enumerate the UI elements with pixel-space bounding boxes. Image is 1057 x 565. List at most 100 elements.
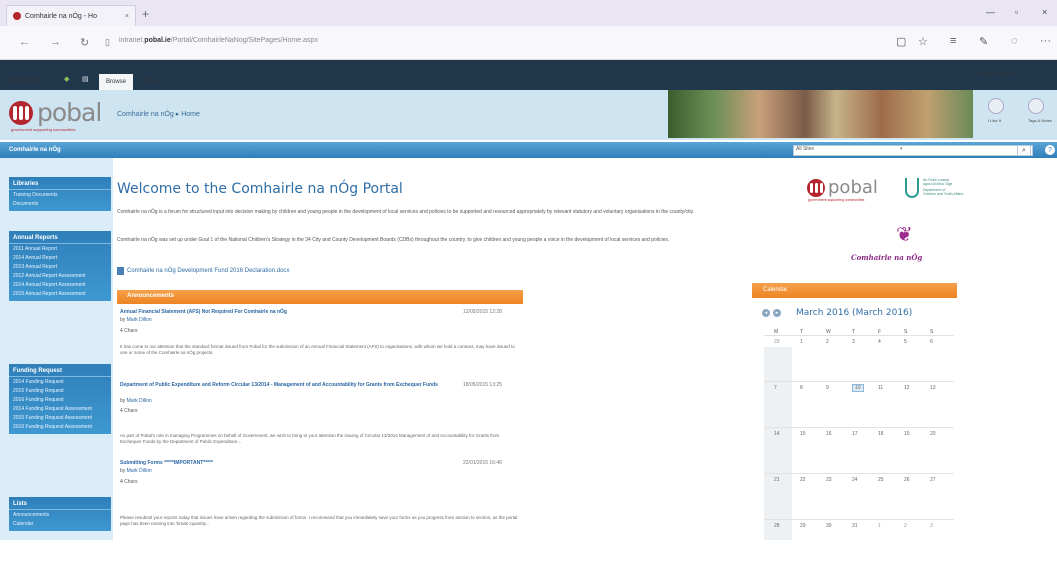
more-icon[interactable]: ··· [1040,35,1051,47]
share-icon[interactable]: ◌ [1011,35,1018,47]
new-tab-button[interactable]: + [142,7,149,21]
calendar-day[interactable]: 13 [920,382,946,427]
search-button[interactable]: ⌕ [1017,145,1031,156]
i-like-it-icon[interactable] [988,98,1004,114]
calendar-day[interactable]: 29 [790,520,816,565]
nav-heading-annual-reports[interactable]: Annual Reports [9,233,111,244]
calendar-heading[interactable]: Calendar [763,287,787,293]
nav-heading-libraries[interactable]: Libraries [9,179,111,190]
calendar-day[interactable]: 1 [790,336,816,381]
calendar-day[interactable]: 8 [790,382,816,427]
browser-tab[interactable]: Comhairle na nÓg - Ho × [6,5,136,26]
nav-item[interactable]: 2016 Funding Request [9,395,111,404]
close-window-button[interactable]: × [1042,7,1047,17]
calendar-day[interactable]: 17 [842,428,868,473]
nav-item[interactable]: 2014 Funding Request [9,377,111,386]
nav-item[interactable]: 2014 Annual Report [9,253,111,262]
calendar-day[interactable]: 28 [764,520,790,565]
calendar-day[interactable]: 3 [920,520,946,565]
calendar-day[interactable]: 5 [894,336,920,381]
user-menu[interactable]: Suzanne Byrne ▾ [972,70,1018,77]
calendar-day[interactable]: 18 [868,428,894,473]
calendar-day[interactable]: 21 [764,474,790,519]
calendar-day[interactable]: 2 [894,520,920,565]
announcement-title[interactable]: Department of Public Expenditure and Ref… [120,382,450,389]
site-actions-menu[interactable]: Site Actions ▾ [9,77,45,84]
calendar-day[interactable]: 16 [816,428,842,473]
calendar-next-button[interactable]: ▸ [773,309,781,317]
announcement-body: Please resubmit your reports today that … [120,515,518,526]
help-button[interactable]: ? [1045,145,1055,155]
back-button[interactable]: ← [19,36,30,48]
tab-browse[interactable]: Browse [99,74,133,90]
nav-heading-lists[interactable]: Lists [9,499,111,510]
navigate-up-icon[interactable]: ◆ [64,75,69,83]
nav-item[interactable]: 2016 Funding Request Assessment [9,422,111,431]
announcement-title[interactable]: Submitting Forms *****IMPORTANT***** [120,460,450,467]
declaration-doc-link[interactable]: Comhairle na nÓg Development Fund 2016 D… [127,268,289,274]
nav-item[interactable]: 2015 Funding Request Assessment [9,413,111,422]
calendar-day[interactable]: 12 [894,382,920,427]
calendar-day[interactable]: 31 [842,520,868,565]
calendar-day[interactable]: 24 [842,474,868,519]
i-like-it-label[interactable]: I Like It [988,118,1001,123]
announcement-title[interactable]: Annual Financial Statement (AFS) Not Req… [120,309,450,316]
calendar-day[interactable]: 4 [868,336,894,381]
calendar-day[interactable]: 23 [816,474,842,519]
announcements-heading[interactable]: Announcements [127,293,174,299]
breadcrumb[interactable]: Comhairle na nÓg ▸ Home [117,110,200,118]
calendar-day[interactable]: 29 [764,336,790,381]
nav-item[interactable]: 2011 Annual Report [9,244,111,253]
search-scope-select[interactable]: All Sites [796,146,814,152]
calendar-day[interactable]: 11 [868,382,894,427]
nav-item[interactable]: 2014 Funding Request Assessment [9,404,111,413]
minimize-button[interactable]: — [986,7,995,17]
calendar-day[interactable]: 26 [894,474,920,519]
hub-icon[interactable]: ≡ [950,35,956,47]
favorite-star-icon[interactable]: ☆ [918,35,928,48]
close-tab-icon[interactable]: × [125,13,129,20]
forward-button[interactable]: → [50,36,61,48]
reading-view-icon[interactable]: ▢ [896,35,906,48]
search-input[interactable] [793,145,1033,156]
restore-button[interactable]: ▫ [1015,7,1018,17]
calendar-day[interactable]: 1 [868,520,894,565]
calendar-day[interactable]: 15 [790,428,816,473]
calendar-day[interactable]: 30 [816,520,842,565]
pobal-logo[interactable]: pobal [9,98,102,127]
calendar-day[interactable]: 14 [764,428,790,473]
calendar-day[interactable]: 22 [790,474,816,519]
nav-item[interactable]: 2015 Funding Request [9,386,111,395]
top-nav-item-home[interactable]: Comhairle na nÓg [9,142,61,158]
sharepoint-ribbon [0,60,1057,90]
tab-page[interactable]: Page [143,78,157,84]
nav-item[interactable]: 2015 Annual Report Assessment [9,289,111,298]
scope-dropdown-icon[interactable]: ▾ [900,146,903,152]
calendar-day[interactable]: 10 [842,382,868,427]
nav-item[interactable]: Documents [9,199,111,208]
nav-item[interactable]: 2014 Annual Report Assessment [9,280,111,289]
nav-item[interactable]: 2012 Annual Report Assessment [9,271,111,280]
nav-item[interactable]: Training Documents [9,190,111,199]
edit-page-icon[interactable]: ▤ [82,75,89,83]
nav-section-lists: Lists Announcements Calendar [9,497,111,531]
nav-item[interactable]: Calendar [9,519,111,528]
calendar-day[interactable]: 7 [764,382,790,427]
url-field[interactable]: intranet.pobal.ie/Portal/ComhairleNaNog/… [119,37,318,44]
refresh-button[interactable]: ↻ [80,36,89,49]
nav-heading-funding[interactable]: Funding Request [9,366,111,377]
calendar-day[interactable]: 27 [920,474,946,519]
tags-notes-label[interactable]: Tags & Notes [1028,118,1054,123]
calendar-prev-button[interactable]: ◂ [762,309,770,317]
calendar-day[interactable]: 6 [920,336,946,381]
nav-item[interactable]: Announcements [9,510,111,519]
nav-item[interactable]: 2013 Annual Report [9,262,111,271]
calendar-day[interactable]: 20 [920,428,946,473]
calendar-day[interactable]: 3 [842,336,868,381]
web-note-icon[interactable]: ✎ [979,35,988,48]
calendar-day[interactable]: 2 [816,336,842,381]
tags-notes-icon[interactable] [1028,98,1044,114]
calendar-day[interactable]: 9 [816,382,842,427]
calendar-day[interactable]: 25 [868,474,894,519]
calendar-day[interactable]: 19 [894,428,920,473]
